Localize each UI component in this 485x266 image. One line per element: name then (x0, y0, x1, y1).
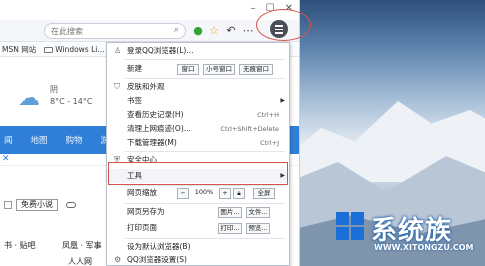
print-button[interactable]: 打印... (218, 223, 242, 234)
shortcut-label: Ctrl+Shift+Delete (220, 125, 279, 133)
folder-icon (44, 47, 54, 53)
weather-condition: 阴 (50, 85, 58, 94)
windows-logo-icon (336, 212, 366, 242)
weather-day-tag: 明 (18, 106, 25, 113)
lock-icon[interactable]: 🔒︎ (233, 188, 245, 199)
watermark-url: WWW.XITONGZU.COM (374, 243, 474, 252)
zoom-value: 100% (194, 188, 214, 196)
nav-tab[interactable]: 地图 (31, 134, 48, 146)
shortcut-label: Ctrl+J (260, 139, 279, 147)
nav-tab[interactable]: 闻 (4, 134, 13, 146)
new-private-window-button[interactable]: 小号窗口 (203, 64, 235, 75)
zoom-in-button[interactable]: + (219, 188, 231, 199)
nav-tab[interactable]: 购物 (66, 134, 83, 146)
news-link[interactable]: 人人网 (68, 256, 92, 266)
news-link[interactable]: 凤凰 · 军事 (62, 240, 102, 251)
bookmark-label: Windows Li... (55, 45, 105, 54)
gear-icon: ⚙ (114, 255, 122, 264)
more-icon[interactable]: ⋯ (240, 23, 256, 39)
search-icon[interactable]: ⌕ (174, 25, 179, 35)
main-menu-dropdown: ♙ 登录QQ浏览器(L)... 新建 窗口 小号窗口 无痕窗口 ⛉ 皮肤和外观 … (106, 42, 290, 266)
menu-item-downloads[interactable]: 下载管理器(M) Ctrl+J (107, 137, 289, 149)
news-link[interactable]: 书 · 贴吧 (4, 240, 36, 251)
checkbox-icon[interactable] (4, 201, 12, 209)
link-icon[interactable] (66, 202, 76, 208)
menu-item-settings[interactable]: ⚙ QQ浏览器设置(S) (107, 254, 289, 266)
weather-widget[interactable]: ☁ 明 阴 8°C - 14°C (0, 80, 110, 120)
menu-item-default-browser[interactable]: 设为默认浏览器(B) (107, 241, 289, 253)
favorite-star-icon[interactable]: ☆ (206, 23, 222, 39)
minimize-button[interactable]: – (251, 3, 256, 14)
menu-item-skin[interactable]: ⛉ 皮肤和外观 (107, 81, 289, 93)
new-incognito-window-button[interactable]: 无痕窗口 (239, 64, 273, 75)
menu-item-bookmarks[interactable]: 书签 ▶ (107, 95, 289, 107)
print-preview-button[interactable]: 预览... (246, 223, 270, 234)
browser-toolbar: ⌕ ● ☆ ↶ ⋯ (0, 20, 299, 42)
annotation-circle (256, 9, 311, 41)
user-icon: ♙ (114, 46, 122, 55)
save-file-button[interactable]: 文件... (246, 207, 270, 218)
shortcut-label: Ctrl+H (257, 111, 279, 119)
extension-frog-icon[interactable]: ● (190, 23, 206, 39)
undo-icon[interactable]: ↶ (223, 23, 239, 39)
new-window-button[interactable]: 窗口 (177, 64, 199, 75)
submenu-arrow-icon: ▶ (280, 97, 285, 104)
menu-item-clear-traces[interactable]: 清理上网痕迹(O)... Ctrl+Shift+Delete (107, 123, 289, 135)
search-input[interactable] (51, 24, 161, 38)
free-novel-button[interactable]: 免费小说 (16, 199, 58, 211)
shirt-icon: ⛉ (114, 82, 120, 91)
annotation-highlight-box (108, 162, 288, 185)
menu-item-history[interactable]: 查看历史记录(H) Ctrl+H (107, 109, 289, 121)
search-box[interactable]: ⌕ (44, 23, 186, 39)
site-watermark: 系统族 WWW.XITONGZU.COM (336, 210, 482, 258)
watermark-name: 系统族 (371, 216, 453, 246)
weather-temperature: 8°C - 14°C (50, 97, 93, 106)
close-icon[interactable]: ✕ (2, 154, 10, 164)
fullscreen-button[interactable]: 全屏 (253, 188, 275, 199)
zoom-out-button[interactable]: − (177, 188, 189, 199)
novel-row: 免费小说 (0, 198, 110, 212)
save-image-button[interactable]: 图片... (218, 207, 242, 218)
bookmark-windows-live[interactable]: Windows Li... (44, 43, 105, 56)
menu-item-login[interactable]: ♙ 登录QQ浏览器(L)... (107, 45, 289, 57)
bookmark-msn[interactable]: MSN 网站 (2, 43, 36, 56)
